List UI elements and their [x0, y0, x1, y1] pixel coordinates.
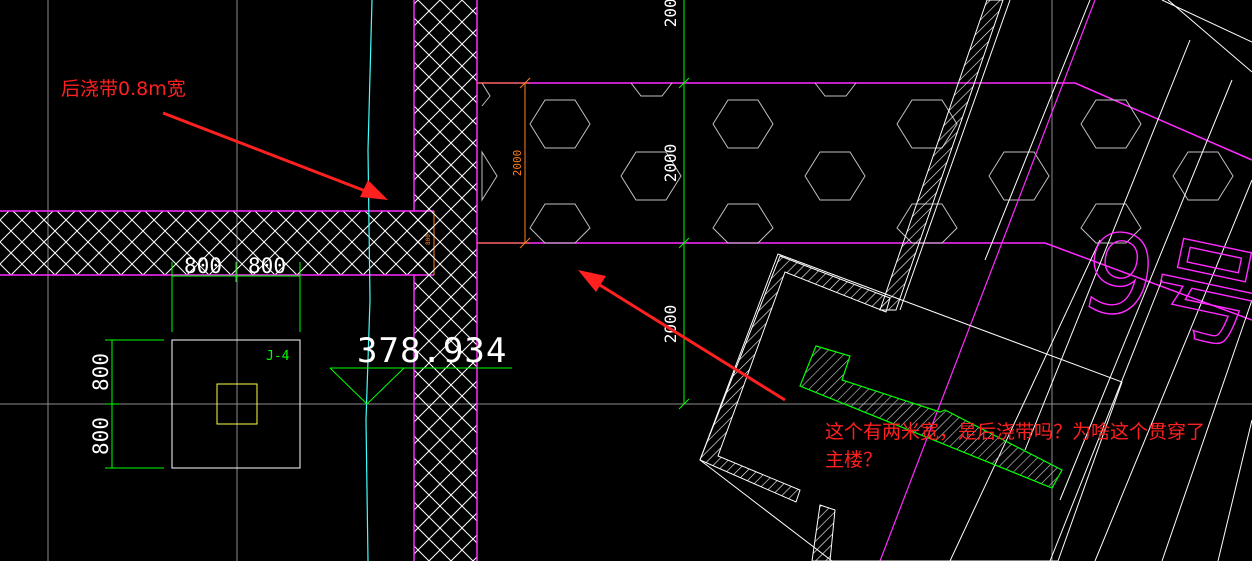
annotation-right-line1: 这个有两米宽，是后浇带吗？为啥这个贯穿了 — [825, 421, 1205, 443]
grid-lines — [0, 0, 1252, 561]
elevation-value: 378.934 — [357, 331, 507, 371]
rotated-building-block — [699, 253, 1123, 561]
hatched-diagonal-wall — [879, 0, 1004, 311]
green-dimension-chain — [678, 0, 690, 410]
red-arrow-left — [162, 111, 388, 200]
annotation-left: 后浇带0.8m宽 — [61, 78, 186, 100]
footing-dim-h-right: 800 — [248, 254, 286, 278]
band-width-dimension-text: 2000 — [511, 150, 524, 177]
footing-dim-h-left: 800 — [184, 254, 222, 278]
footing-dim-v-bottom: 800 — [89, 417, 113, 455]
cyan-boundary-line — [365, 0, 373, 561]
footing-label: J-4 — [266, 349, 290, 364]
vertical-hatched-wall — [413, 0, 478, 561]
cad-drawing-canvas: 800 — [0, 0, 1252, 561]
footing-dim-v-top: 800 — [89, 353, 113, 391]
building-number-label: 9号 — [1072, 206, 1252, 369]
annotation-right-line2: 主楼？ — [825, 449, 882, 471]
magenta-diagonal-line — [879, 0, 1096, 561]
dimension-2000-top: 2000 — [661, 0, 680, 27]
dimension-2000-mid: 2000 — [661, 144, 680, 183]
